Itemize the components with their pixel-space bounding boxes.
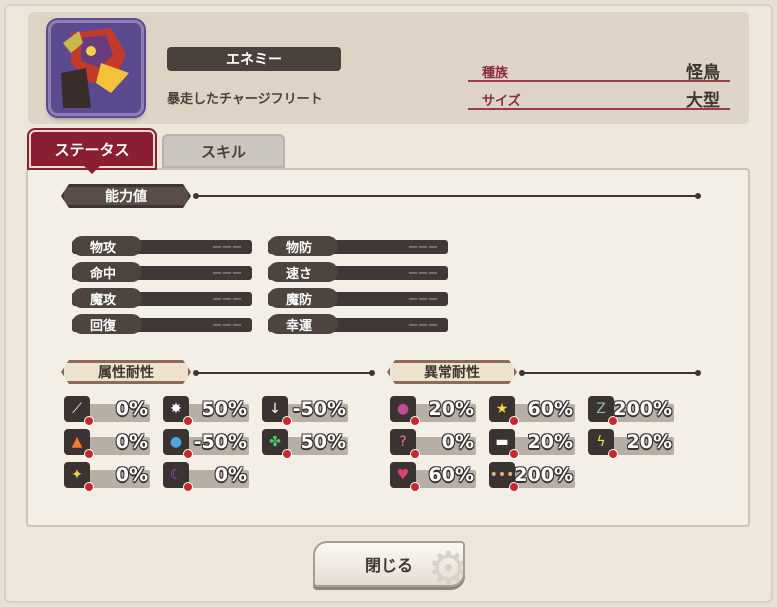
stat-magic-attack: 魔攻 ーーー	[72, 288, 252, 308]
status-resist-item: ♥ 60%	[390, 462, 476, 492]
attribute-resist-divider	[193, 370, 375, 376]
attribute-resist-value: 0%	[115, 464, 148, 486]
confuse-icon: ?	[390, 429, 420, 459]
status-resist-value: 60%	[428, 464, 474, 486]
stat-recovery: 回復 ーーー	[72, 314, 252, 334]
status-resist-value: 20%	[626, 431, 672, 453]
stun-icon: ★	[489, 396, 519, 426]
status-resist-header: 異常耐性	[387, 360, 517, 384]
size-row: サイズ 大型	[468, 84, 730, 111]
attribute-resist-value: 50%	[300, 431, 346, 453]
attribute-resist-value: 0%	[115, 398, 148, 420]
ability-header: 能力値	[61, 184, 191, 208]
close-button[interactable]: ⚙ 閉じる	[313, 541, 465, 587]
paralyze-icon: ϟ	[588, 429, 618, 459]
slash-icon: ⟋	[64, 396, 94, 426]
enemy-type-plate: エネミー	[167, 47, 341, 71]
attribute-resist-item: ⟋ 0%	[64, 396, 150, 426]
stat-luck: 幸運 ーーー	[268, 314, 448, 334]
status-resist-item: ϟ 20%	[588, 429, 674, 459]
size-label: サイズ	[482, 94, 521, 109]
status-resist-item: Z 200%	[588, 396, 674, 426]
status-resist-item: ● 20%	[390, 396, 476, 426]
attribute-resist-value: 0%	[115, 431, 148, 453]
blind-icon: ▬	[489, 429, 519, 459]
status-resist-value: 200%	[514, 464, 573, 486]
status-resist-value: 0%	[441, 431, 474, 453]
silence-icon: •••	[489, 462, 519, 492]
race-row: 種族 怪鳥	[468, 56, 730, 83]
attribute-resist-item: ▲ 0%	[64, 429, 150, 459]
ability-divider	[193, 193, 701, 199]
status-resist-item: ★ 60%	[489, 396, 575, 426]
attribute-resist-value: 0%	[214, 464, 247, 486]
attribute-resist-value: 50%	[201, 398, 247, 420]
wind-icon: ✤	[262, 429, 292, 459]
race-value: 怪鳥	[686, 63, 720, 83]
attribute-resist-value: -50%	[292, 398, 346, 420]
stat-physical-defense: 物防 ーーー	[268, 236, 448, 256]
attribute-resist-item: ✦ 0%	[64, 462, 150, 492]
pierce-icon: ↓	[262, 396, 292, 426]
poison-icon: ●	[390, 396, 420, 426]
attribute-resist-value: -50%	[193, 431, 247, 453]
active-tab-pointer	[84, 166, 100, 174]
status-resist-item: ? 0%	[390, 429, 476, 459]
stat-physical-attack: 物攻 ーーー	[72, 236, 252, 256]
fire-icon: ▲	[64, 429, 94, 459]
stat-speed: 速さ ーーー	[268, 262, 448, 282]
water-icon: ●	[163, 429, 193, 459]
sleep-icon: Z	[588, 396, 618, 426]
status-resist-value: 20%	[527, 431, 573, 453]
enemy-name: 暴走したチャージフリート	[167, 92, 323, 107]
attribute-resist-header: 属性耐性	[61, 360, 191, 384]
tab-status[interactable]: ステータス	[29, 130, 155, 168]
enemy-portrait	[48, 20, 144, 116]
stat-accuracy: 命中 ーーー	[72, 262, 252, 282]
attribute-resist-item: ↓ -50%	[262, 396, 348, 426]
status-resist-value: 200%	[613, 398, 672, 420]
attribute-resist-item: ● -50%	[163, 429, 249, 459]
status-resist-item: ▬ 20%	[489, 429, 575, 459]
race-label: 種族	[482, 66, 509, 81]
tab-skill[interactable]: スキル	[162, 134, 285, 168]
gear-icon: ⚙	[427, 541, 465, 587]
status-resist-divider	[519, 370, 701, 376]
charm-icon: ♥	[390, 462, 420, 492]
attribute-resist-item: ✸ 50%	[163, 396, 249, 426]
impact-icon: ✸	[163, 396, 193, 426]
status-resist-value: 60%	[527, 398, 573, 420]
size-value: 大型	[686, 91, 720, 111]
attribute-resist-item: ☾ 0%	[163, 462, 249, 492]
status-resist-item: ••• 200%	[489, 462, 575, 492]
stat-magic-defense: 魔防 ーーー	[268, 288, 448, 308]
light-icon: ✦	[64, 462, 94, 492]
close-button-label: 閉じる	[364, 556, 413, 575]
dark-icon: ☾	[163, 462, 193, 492]
status-resist-value: 20%	[428, 398, 474, 420]
attribute-resist-item: ✤ 50%	[262, 429, 348, 459]
